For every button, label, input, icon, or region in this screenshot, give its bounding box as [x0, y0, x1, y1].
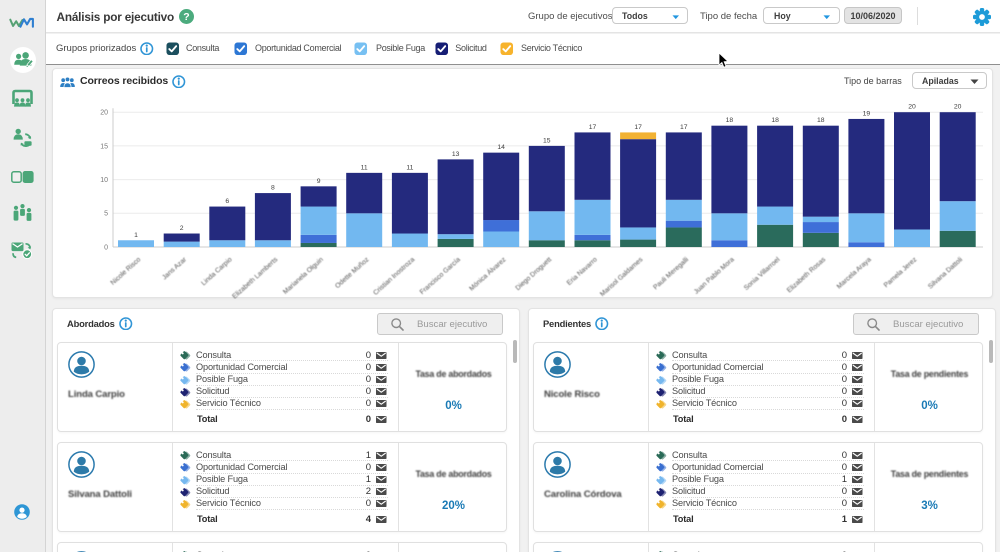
svg-text:17: 17 — [589, 124, 597, 131]
svg-text:8: 8 — [271, 185, 275, 192]
svg-text:Linda Carpio: Linda Carpio — [200, 256, 233, 287]
svg-text:20: 20 — [954, 104, 962, 111]
svg-text:Sonia Villarroel: Sonia Villarroel — [743, 256, 782, 292]
svg-text:13: 13 — [452, 151, 460, 158]
svg-text:?: ? — [183, 11, 189, 23]
svg-text:Elizabeth Rosas: Elizabeth Rosas — [786, 256, 828, 294]
svg-text:11: 11 — [406, 164, 413, 171]
svg-text:Jans Azar: Jans Azar — [161, 256, 188, 282]
svg-text:18: 18 — [817, 117, 825, 124]
svg-text:2: 2 — [180, 225, 184, 232]
svg-text:Odette Muñoz: Odette Muñoz — [334, 256, 371, 290]
svg-text:Diego Droguett: Diego Droguett — [514, 256, 553, 292]
svg-text:Nicole Risco: Nicole Risco — [110, 256, 143, 287]
svg-text:Pauli Meregalli: Pauli Meregalli — [652, 256, 690, 291]
svg-text:17: 17 — [680, 124, 688, 131]
svg-text:9: 9 — [317, 178, 321, 185]
svg-text:Francisco García: Francisco García — [419, 256, 462, 296]
svg-text:Silvana Dattoli: Silvana Dattoli — [927, 256, 964, 291]
svg-text:6: 6 — [225, 198, 229, 205]
svg-text:20: 20 — [908, 104, 916, 111]
svg-text:10: 10 — [100, 177, 108, 184]
svg-text:11: 11 — [361, 164, 368, 171]
svg-text:Marianela Olguin: Marianela Olguin — [282, 256, 325, 296]
svg-text:18: 18 — [771, 117, 779, 124]
svg-text:15: 15 — [543, 137, 551, 144]
svg-text:Mónica Álvarez: Mónica Álvarez — [467, 254, 508, 292]
svg-text:14: 14 — [497, 144, 505, 151]
svg-text:Elizabeth Lamberts: Elizabeth Lamberts — [231, 256, 279, 299]
svg-text:Juan Pablo Mora: Juan Pablo Mora — [693, 256, 736, 296]
svg-text:Marisol Galdames: Marisol Galdames — [599, 256, 645, 298]
svg-text:19: 19 — [863, 110, 871, 117]
svg-text:Eria Navarro: Eria Navarro — [566, 256, 599, 287]
svg-text:15: 15 — [100, 143, 108, 150]
svg-text:20: 20 — [100, 110, 108, 117]
svg-text:17: 17 — [634, 124, 642, 131]
svg-text:0: 0 — [104, 244, 108, 251]
svg-text:18: 18 — [726, 117, 734, 124]
svg-text:5: 5 — [104, 211, 108, 218]
svg-text:Marcela Araya: Marcela Araya — [836, 256, 873, 290]
svg-text:Pamela Jerez: Pamela Jerez — [883, 256, 919, 289]
svg-text:Cristian Inostroza: Cristian Inostroza — [372, 256, 416, 297]
svg-text:1: 1 — [134, 232, 138, 239]
